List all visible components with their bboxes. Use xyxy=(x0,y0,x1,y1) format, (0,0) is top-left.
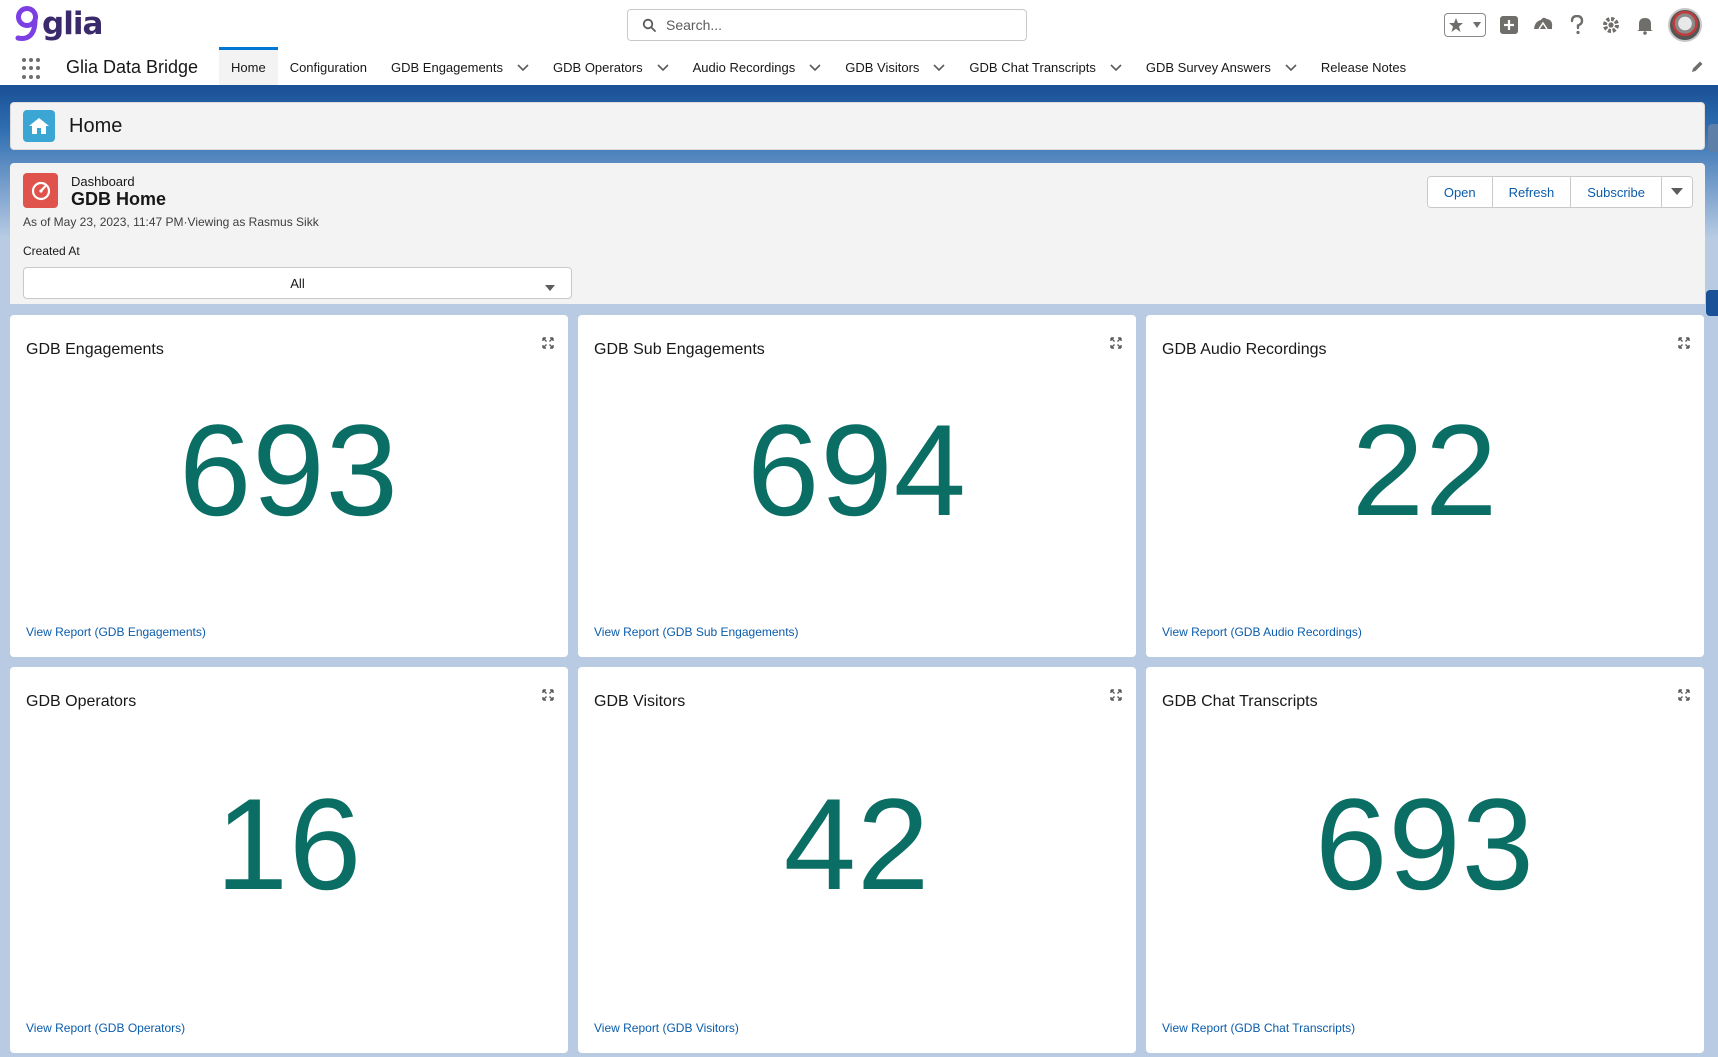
view-report-link[interactable]: View Report (GDB Operators) xyxy=(26,1021,185,1035)
expand-icon[interactable] xyxy=(1678,336,1690,354)
card-title: GDB Engagements xyxy=(26,341,164,358)
help-icon[interactable] xyxy=(1566,14,1588,36)
home-icon xyxy=(23,110,55,142)
tab-gdb-visitors[interactable]: GDB Visitors xyxy=(833,50,957,85)
created-at-filter[interactable]: All xyxy=(23,267,572,299)
card-title: GDB Audio Recordings xyxy=(1162,341,1327,358)
card-title: GDB Visitors xyxy=(594,693,686,710)
expand-icon[interactable] xyxy=(1110,336,1122,354)
tab-gdb-engagements[interactable]: GDB Engagements xyxy=(379,50,541,85)
search-icon xyxy=(642,18,656,32)
refresh-button[interactable]: Refresh xyxy=(1492,177,1572,207)
tab-home[interactable]: Home xyxy=(219,47,278,85)
favorites-button[interactable] xyxy=(1444,13,1486,37)
tab-gdb-operators[interactable]: GDB Operators xyxy=(541,50,681,85)
notifications-bell-icon[interactable] xyxy=(1634,14,1656,36)
expand-icon[interactable] xyxy=(542,688,554,706)
open-button[interactable]: Open xyxy=(1427,177,1493,207)
metric-card: GDB Chat Transcripts 693 View Report (GD… xyxy=(1146,667,1704,1053)
tab-gdb-chat-transcripts[interactable]: GDB Chat Transcripts xyxy=(957,50,1133,85)
tab-label: GDB Visitors xyxy=(845,60,920,75)
glia-logo[interactable]: glia xyxy=(14,4,103,44)
tab-release-notes[interactable]: Release Notes xyxy=(1309,50,1418,85)
expand-icon[interactable] xyxy=(542,336,554,354)
metric-card: GDB Engagements 693 View Report (GDB Eng… xyxy=(10,315,568,657)
tab-label: Home xyxy=(231,60,266,75)
glia-logo-mark xyxy=(15,6,38,41)
logo-text: glia xyxy=(42,6,103,42)
view-report-link[interactable]: View Report (GDB Audio Recordings) xyxy=(1162,625,1362,639)
tab-label: Audio Recordings xyxy=(692,60,796,75)
caret-down-icon xyxy=(545,280,555,295)
metric-card: GDB Sub Engagements 694 View Report (GDB… xyxy=(578,315,1136,657)
tab-gdb-survey-answers[interactable]: GDB Survey Answers xyxy=(1134,50,1309,85)
dashboard-title: GDB Home xyxy=(71,189,167,209)
app-navigation-bar: Glia Data Bridge Home Configuration GDB … xyxy=(0,47,1718,88)
metric-card: GDB Visitors 42 View Report (GDB Visitor… xyxy=(578,667,1136,1053)
card-title: GDB Operators xyxy=(26,693,137,710)
app-launcher-icon[interactable] xyxy=(22,58,44,80)
metric-value: 693 xyxy=(179,397,399,543)
subscribe-button[interactable]: Subscribe xyxy=(1571,177,1662,207)
metric-value: 694 xyxy=(747,397,967,543)
tab-audio-recordings[interactable]: Audio Recordings xyxy=(681,50,834,85)
filter-value: All xyxy=(290,275,305,291)
view-report-link[interactable]: View Report (GDB Engagements) xyxy=(26,625,206,639)
expand-icon[interactable] xyxy=(1110,688,1122,706)
dashboard-components: GDB Engagements 693 View Report (GDB Eng… xyxy=(0,304,1718,1057)
caret-down-icon xyxy=(1671,188,1683,195)
chevron-down-icon[interactable] xyxy=(1285,63,1297,72)
favorites-star-icon[interactable] xyxy=(1448,17,1464,33)
filter-label: Created At xyxy=(23,244,80,258)
global-search[interactable] xyxy=(627,9,1027,41)
tab-label: GDB Chat Transcripts xyxy=(969,60,1096,75)
chevron-down-icon[interactable] xyxy=(933,63,945,72)
dashboard-actions: Open Refresh Subscribe xyxy=(1426,176,1693,208)
tab-configuration[interactable]: Configuration xyxy=(278,50,379,85)
view-report-link[interactable]: View Report (GDB Visitors) xyxy=(594,1021,739,1035)
favorites-dropdown-icon[interactable] xyxy=(1472,21,1482,29)
chevron-down-icon[interactable] xyxy=(809,63,821,72)
chevron-down-icon[interactable] xyxy=(657,63,669,72)
tab-label: GDB Survey Answers xyxy=(1145,60,1271,75)
expand-icon[interactable] xyxy=(1678,688,1690,706)
dashboard-gauge-icon xyxy=(23,173,58,208)
dashboard-header: Dashboard GDB Home As of May 23, 2023, 1… xyxy=(10,163,1705,304)
trailhead-icon[interactable] xyxy=(1532,14,1554,36)
metric-value: 22 xyxy=(1351,397,1499,543)
settings-gear-icon[interactable] xyxy=(1600,14,1622,36)
tab-label: Release Notes xyxy=(1320,60,1407,75)
utility-rail-tab[interactable] xyxy=(1708,124,1718,152)
global-header: glia xyxy=(0,0,1718,50)
tab-label: GDB Operators xyxy=(553,60,643,75)
user-avatar[interactable] xyxy=(1668,8,1702,42)
metric-value: 42 xyxy=(783,771,931,917)
dashboard-timestamp: As of May 23, 2023, 11:47 PM·Viewing as … xyxy=(23,215,319,229)
metric-card: GDB Audio Recordings 22 View Report (GDB… xyxy=(1146,315,1704,657)
edit-nav-pencil-icon[interactable] xyxy=(1690,60,1704,79)
view-report-link[interactable]: View Report (GDB Chat Transcripts) xyxy=(1162,1021,1355,1035)
nav-tabs: Home Configuration GDB Engagements GDB O… xyxy=(219,47,1418,85)
card-title: GDB Chat Transcripts xyxy=(1162,693,1318,710)
metric-value: 16 xyxy=(215,771,363,917)
more-actions-button[interactable] xyxy=(1662,177,1692,207)
chevron-down-icon[interactable] xyxy=(1110,63,1122,72)
app-name: Glia Data Bridge xyxy=(66,57,199,77)
metric-value: 693 xyxy=(1315,771,1535,917)
header-utility-icons xyxy=(1444,8,1702,42)
page-header: Home xyxy=(10,102,1705,150)
page-title: Home xyxy=(69,114,123,137)
add-icon[interactable] xyxy=(1498,14,1520,36)
search-input[interactable] xyxy=(666,17,1006,33)
tab-label: GDB Engagements xyxy=(391,60,504,75)
view-report-link[interactable]: View Report (GDB Sub Engagements) xyxy=(594,625,799,639)
card-title: GDB Sub Engagements xyxy=(594,341,765,358)
metric-card: GDB Operators 16 View Report (GDB Operat… xyxy=(10,667,568,1053)
dashboard-kicker: Dashboard xyxy=(71,174,135,189)
chevron-down-icon[interactable] xyxy=(517,63,529,72)
tab-label: Configuration xyxy=(289,60,368,75)
